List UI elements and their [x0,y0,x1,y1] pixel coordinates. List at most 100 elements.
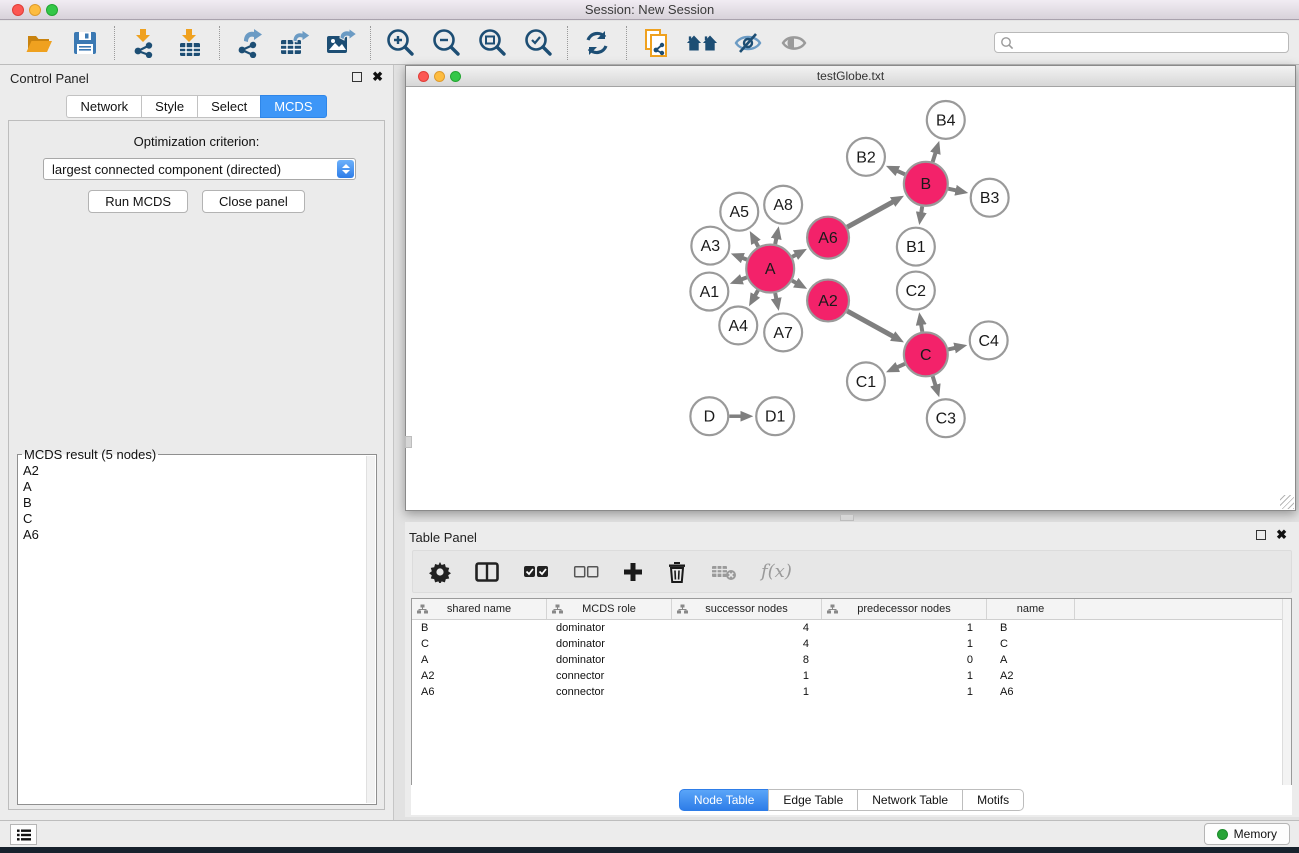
float-panel-icon[interactable] [352,72,362,82]
table-cell[interactable]: A6 [412,686,547,698]
minimize-window-button[interactable] [29,4,41,16]
close-panel-button[interactable]: Close panel [202,190,305,213]
node-A1[interactable]: A1 [690,273,728,311]
edge-B-B4[interactable] [933,151,936,162]
table-cell[interactable]: 4 [672,638,822,650]
result-item[interactable]: B [23,495,364,511]
node-C[interactable]: C [904,332,948,376]
node-C3[interactable]: C3 [927,399,965,437]
table-row[interactable]: Adominator80A [412,652,1291,668]
edge-A-A8[interactable] [775,237,776,244]
node-table[interactable]: shared nameMCDS rolesuccessor nodesprede… [411,598,1292,787]
delete-column-icon[interactable] [667,557,687,587]
table-cell[interactable]: dominator [547,654,672,666]
export-network-icon[interactable] [233,27,265,59]
save-session-icon[interactable] [69,27,101,59]
node-C1[interactable]: C1 [847,362,885,400]
column-header-successor-nodes[interactable]: successor nodes [672,599,822,619]
table-cell[interactable]: A6 [987,686,1075,698]
table-cell[interactable]: 1 [822,638,987,650]
table-cell[interactable]: B [987,622,1075,634]
tab-network-table[interactable]: Network Table [857,789,962,811]
run-mcds-button[interactable]: Run MCDS [88,190,188,213]
edge-A-A4[interactable] [754,290,758,296]
edge-A-A7[interactable] [775,293,776,300]
node-D[interactable]: D [690,397,728,435]
zoom-selected-icon[interactable] [522,27,554,59]
table-cell[interactable]: C [987,638,1075,650]
table-float-panel-icon[interactable] [1256,530,1266,540]
network-close-button[interactable] [418,71,429,82]
delete-table-icon[interactable] [711,557,737,587]
edge-B-B2[interactable] [896,170,905,174]
edge-A-A1[interactable] [740,277,747,280]
edge-A6-B[interactable] [847,201,894,227]
table-cell[interactable]: B [412,622,547,634]
select-all-icon[interactable] [523,557,549,587]
resize-grip-icon[interactable] [1280,495,1294,509]
zoom-out-icon[interactable] [430,27,462,59]
tab-mcds[interactable]: MCDS [260,95,326,118]
tab-edge-table[interactable]: Edge Table [768,789,857,811]
search-input[interactable] [1014,36,1288,50]
edge-A2-C[interactable] [847,311,894,337]
network-maximize-button[interactable] [450,71,461,82]
result-item[interactable]: C [23,511,364,527]
edge-C-C3[interactable] [933,376,936,387]
table-scrollbar[interactable] [1282,599,1291,786]
tab-select[interactable]: Select [197,95,260,118]
table-cell[interactable]: A [412,654,547,666]
result-item[interactable]: A6 [23,527,364,543]
column-header-name[interactable]: name [987,599,1075,619]
edge-C-C1[interactable] [896,364,905,368]
node-A5[interactable]: A5 [720,193,758,231]
table-settings-icon[interactable] [429,557,451,587]
node-C2[interactable]: C2 [897,272,935,310]
node-A8[interactable]: A8 [764,186,802,224]
node-A2[interactable]: A2 [807,280,849,322]
node-B4[interactable]: B4 [927,101,965,139]
node-B1[interactable]: B1 [897,228,935,266]
table-row[interactable]: A2connector11A2 [412,668,1291,684]
zoom-in-icon[interactable] [384,27,416,59]
table-cell[interactable]: A [987,654,1075,666]
table-cell[interactable]: 1 [822,670,987,682]
function-builder-icon[interactable]: f(x) [761,557,792,587]
table-cell[interactable]: 1 [672,686,822,698]
table-body[interactable]: Bdominator41BCdominator41CAdominator80AA… [412,620,1291,700]
column-header-shared-name[interactable]: shared name [412,599,547,619]
unselect-all-icon[interactable] [573,557,599,587]
result-item[interactable]: A [23,479,364,495]
edge-C-C2[interactable] [921,323,922,332]
horizontal-splitter-handle[interactable] [840,514,854,521]
table-row[interactable]: Cdominator41C [412,636,1291,652]
tab-network[interactable]: Network [66,95,141,118]
duplicate-network-icon[interactable] [640,27,672,59]
network-graph[interactable]: B4B2BB3A5A8A6A3AB1A1A2C2A4A7C4C1CDD1C3 [406,87,1295,510]
result-scrollbar[interactable] [366,456,375,803]
table-cell[interactable]: connector [547,670,672,682]
home-icon[interactable] [686,27,718,59]
hide-graphics-details-icon[interactable] [732,27,764,59]
node-A7[interactable]: A7 [764,313,802,351]
edge-C-C4[interactable] [948,348,956,350]
node-A[interactable]: A [746,245,794,293]
table-cell[interactable]: 0 [822,654,987,666]
table-cell[interactable]: 1 [672,670,822,682]
edge-A-A5[interactable] [755,241,758,247]
tab-style[interactable]: Style [141,95,197,118]
split-view-icon[interactable] [475,557,499,587]
close-window-button[interactable] [12,4,24,16]
add-column-icon[interactable] [623,557,643,587]
table-cell[interactable]: dominator [547,638,672,650]
network-canvas[interactable]: B4B2BB3A5A8A6A3AB1A1A2C2A4A7C4C1CDD1C3 [406,87,1295,510]
column-header-predecessor-nodes[interactable]: predecessor nodes [822,599,987,619]
node-B3[interactable]: B3 [971,179,1009,217]
table-row[interactable]: Bdominator41B [412,620,1291,636]
node-A3[interactable]: A3 [691,227,729,265]
network-window-titlebar[interactable]: testGlobe.txt [406,66,1295,87]
node-B2[interactable]: B2 [847,138,885,176]
search-field[interactable] [994,32,1289,53]
table-cell[interactable]: C [412,638,547,650]
vertical-splitter-handle[interactable] [405,436,412,448]
